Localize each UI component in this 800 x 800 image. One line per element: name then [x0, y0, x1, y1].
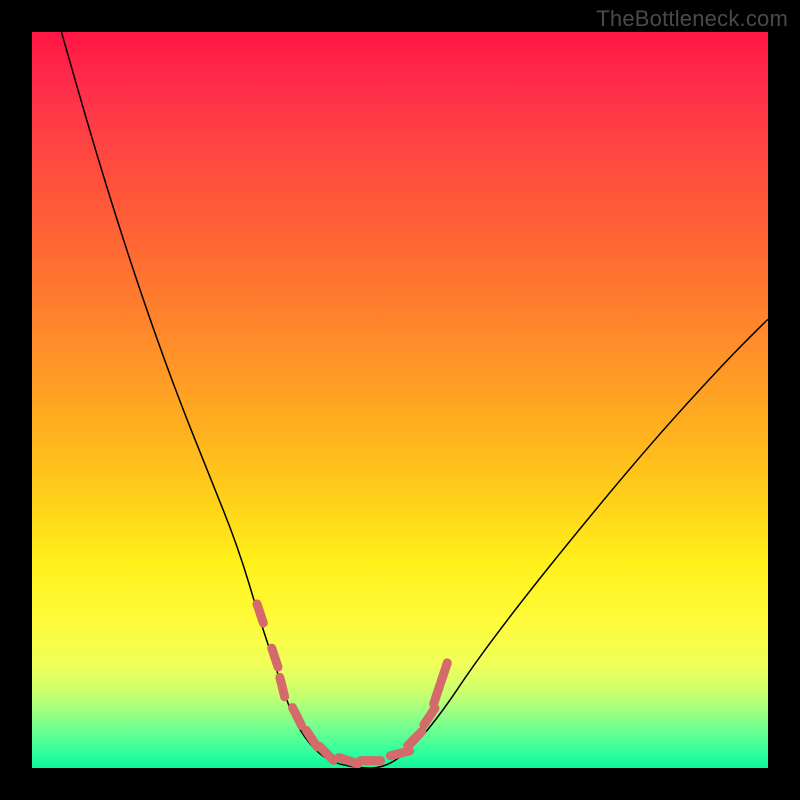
curve-layer [32, 32, 768, 768]
nadir-marker [319, 746, 333, 760]
plot-area [32, 32, 768, 768]
nadir-marker [339, 757, 358, 763]
nadir-marker [257, 604, 263, 623]
nadir-marker [441, 663, 447, 682]
watermark-text: TheBottleneck.com [596, 6, 788, 32]
nadir-marker [434, 685, 440, 704]
bottleneck-curve [61, 32, 768, 768]
nadir-marker [280, 677, 285, 696]
nadir-marker [272, 648, 278, 667]
chart-frame: TheBottleneck.com [0, 0, 800, 800]
nadir-marker [390, 751, 409, 756]
nadir-marker [408, 731, 422, 745]
nadir-marker [292, 708, 301, 726]
